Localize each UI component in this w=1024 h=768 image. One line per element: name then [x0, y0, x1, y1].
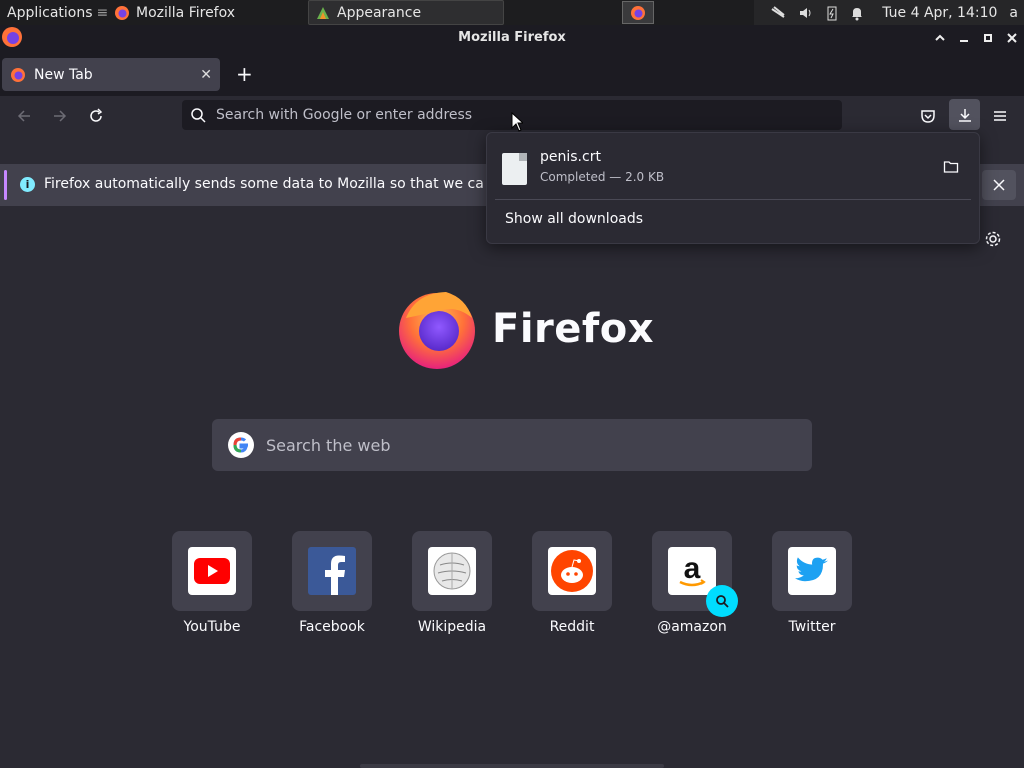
app-menu-button[interactable]: [988, 104, 1012, 128]
maximize-icon[interactable]: [982, 32, 994, 44]
gear-icon[interactable]: [984, 230, 1002, 248]
top-site-label: Facebook: [299, 619, 365, 635]
taskbar-window-firefox[interactable]: Mozilla Firefox: [108, 0, 308, 25]
taskbar-firefox-launcher[interactable]: [622, 1, 654, 24]
youtube-icon: [194, 558, 230, 584]
mouse-cursor-icon: [511, 112, 523, 132]
tab-label: New Tab: [34, 66, 93, 83]
top-site-youtube[interactable]: YouTube: [172, 531, 252, 635]
reddit-icon: [551, 550, 593, 592]
notification-message: Firefox automatically sends some data to…: [44, 176, 484, 192]
taskbar-window-label: Mozilla Firefox: [136, 4, 236, 21]
open-folder-icon[interactable]: [943, 159, 959, 175]
taskbar-window-label: Appearance: [337, 4, 422, 21]
info-icon: i: [20, 177, 35, 192]
back-arrow-icon: [17, 110, 30, 122]
facebook-icon: [308, 547, 356, 595]
firefox-icon: [631, 5, 645, 20]
download-icon: [958, 108, 971, 122]
top-site-label: Wikipedia: [417, 619, 487, 635]
svg-text:a: a: [684, 552, 701, 585]
top-site-label: Twitter: [788, 619, 836, 635]
pocket-icon: [921, 110, 935, 123]
wikipedia-icon: [433, 552, 471, 590]
user-menu[interactable]: a: [1005, 5, 1024, 21]
pocket-button[interactable]: [916, 104, 940, 128]
tab-new-tab[interactable]: New Tab ✕: [2, 58, 220, 91]
window-titlebar: Mozilla Firefox: [0, 25, 1024, 50]
applications-menu[interactable]: Applications ≡: [0, 0, 108, 25]
search-icon: [191, 108, 206, 123]
download-file-name: penis.crt: [540, 149, 601, 165]
file-icon: [502, 153, 527, 185]
taskbar-window-appearance[interactable]: Appearance: [308, 0, 504, 25]
reload-button[interactable]: [84, 104, 108, 128]
clock[interactable]: Tue 4 Apr, 14:10: [874, 5, 1005, 21]
top-site-amazon[interactable]: a @amazon: [652, 531, 738, 635]
search-icon: [716, 595, 729, 608]
notification-bell-icon[interactable]: [850, 5, 864, 21]
firefox-logo: Firefox: [396, 288, 654, 370]
notification-accent: [4, 170, 7, 200]
downloads-button[interactable]: [949, 99, 980, 130]
close-window-icon[interactable]: [1006, 32, 1018, 44]
battery-icon[interactable]: [826, 5, 838, 21]
search-shortcut-badge: [706, 585, 738, 617]
close-icon: [993, 179, 1005, 191]
top-site-facebook[interactable]: Facebook: [292, 531, 372, 635]
firefox-icon: [11, 67, 25, 82]
new-tab-button[interactable]: +: [236, 62, 253, 86]
twitter-icon: [795, 557, 828, 582]
show-all-downloads-button[interactable]: Show all downloads: [505, 211, 643, 227]
firefox-icon[interactable]: [1, 26, 23, 48]
volume-icon[interactable]: [798, 5, 814, 21]
divider: [495, 199, 971, 200]
downloads-panel: penis.crt Completed — 2.0 KB Show all do…: [486, 132, 980, 244]
navigation-toolbar: Search with Google or enter address: [0, 96, 1024, 136]
forward-button[interactable]: [48, 104, 72, 128]
web-search-box[interactable]: Search the web: [212, 419, 812, 471]
bottom-edge-bar: [360, 764, 664, 768]
maximize-up-icon[interactable]: [934, 32, 946, 44]
download-item[interactable]: penis.crt Completed — 2.0 KB: [487, 141, 979, 197]
top-site-label: YouTube: [183, 619, 241, 635]
top-site-label: Reddit: [549, 619, 595, 635]
firefox-wordmark: Firefox: [492, 306, 655, 352]
reload-icon: [90, 108, 103, 122]
system-tray: Tue 4 Apr, 14:10 a: [754, 0, 1024, 25]
system-taskbar: Applications ≡ Mozilla Firefox Appearanc…: [0, 0, 1024, 25]
top-site-label: @amazon: [657, 619, 727, 635]
web-search-placeholder: Search the web: [266, 435, 391, 455]
download-status: Completed — 2.0 KB: [540, 170, 665, 184]
top-site-wikipedia[interactable]: Wikipedia: [412, 531, 492, 635]
firefox-logo-icon: [399, 292, 475, 369]
forward-arrow-icon: [54, 110, 67, 122]
notification-close-button[interactable]: [982, 170, 1016, 200]
amazon-icon: a: [679, 552, 706, 587]
address-bar[interactable]: Search with Google or enter address: [182, 100, 842, 132]
applications-label: Applications: [7, 4, 93, 21]
hamburger-menu-icon: [994, 111, 1006, 121]
tab-strip: New Tab ✕ +: [0, 50, 1024, 96]
tab-close-icon[interactable]: ✕: [200, 67, 212, 83]
firefox-icon: [115, 5, 129, 20]
address-bar-placeholder: Search with Google or enter address: [216, 107, 473, 123]
minimize-icon[interactable]: [958, 32, 970, 44]
back-button[interactable]: [12, 104, 36, 128]
appearance-icon: [317, 6, 329, 19]
top-site-reddit[interactable]: Reddit: [532, 531, 612, 635]
network-icon[interactable]: [770, 5, 786, 21]
google-icon: [228, 432, 254, 458]
top-site-twitter[interactable]: Twitter: [772, 531, 852, 635]
menu-separator-icon: ≡: [96, 4, 108, 21]
window-title: Mozilla Firefox: [458, 30, 566, 45]
